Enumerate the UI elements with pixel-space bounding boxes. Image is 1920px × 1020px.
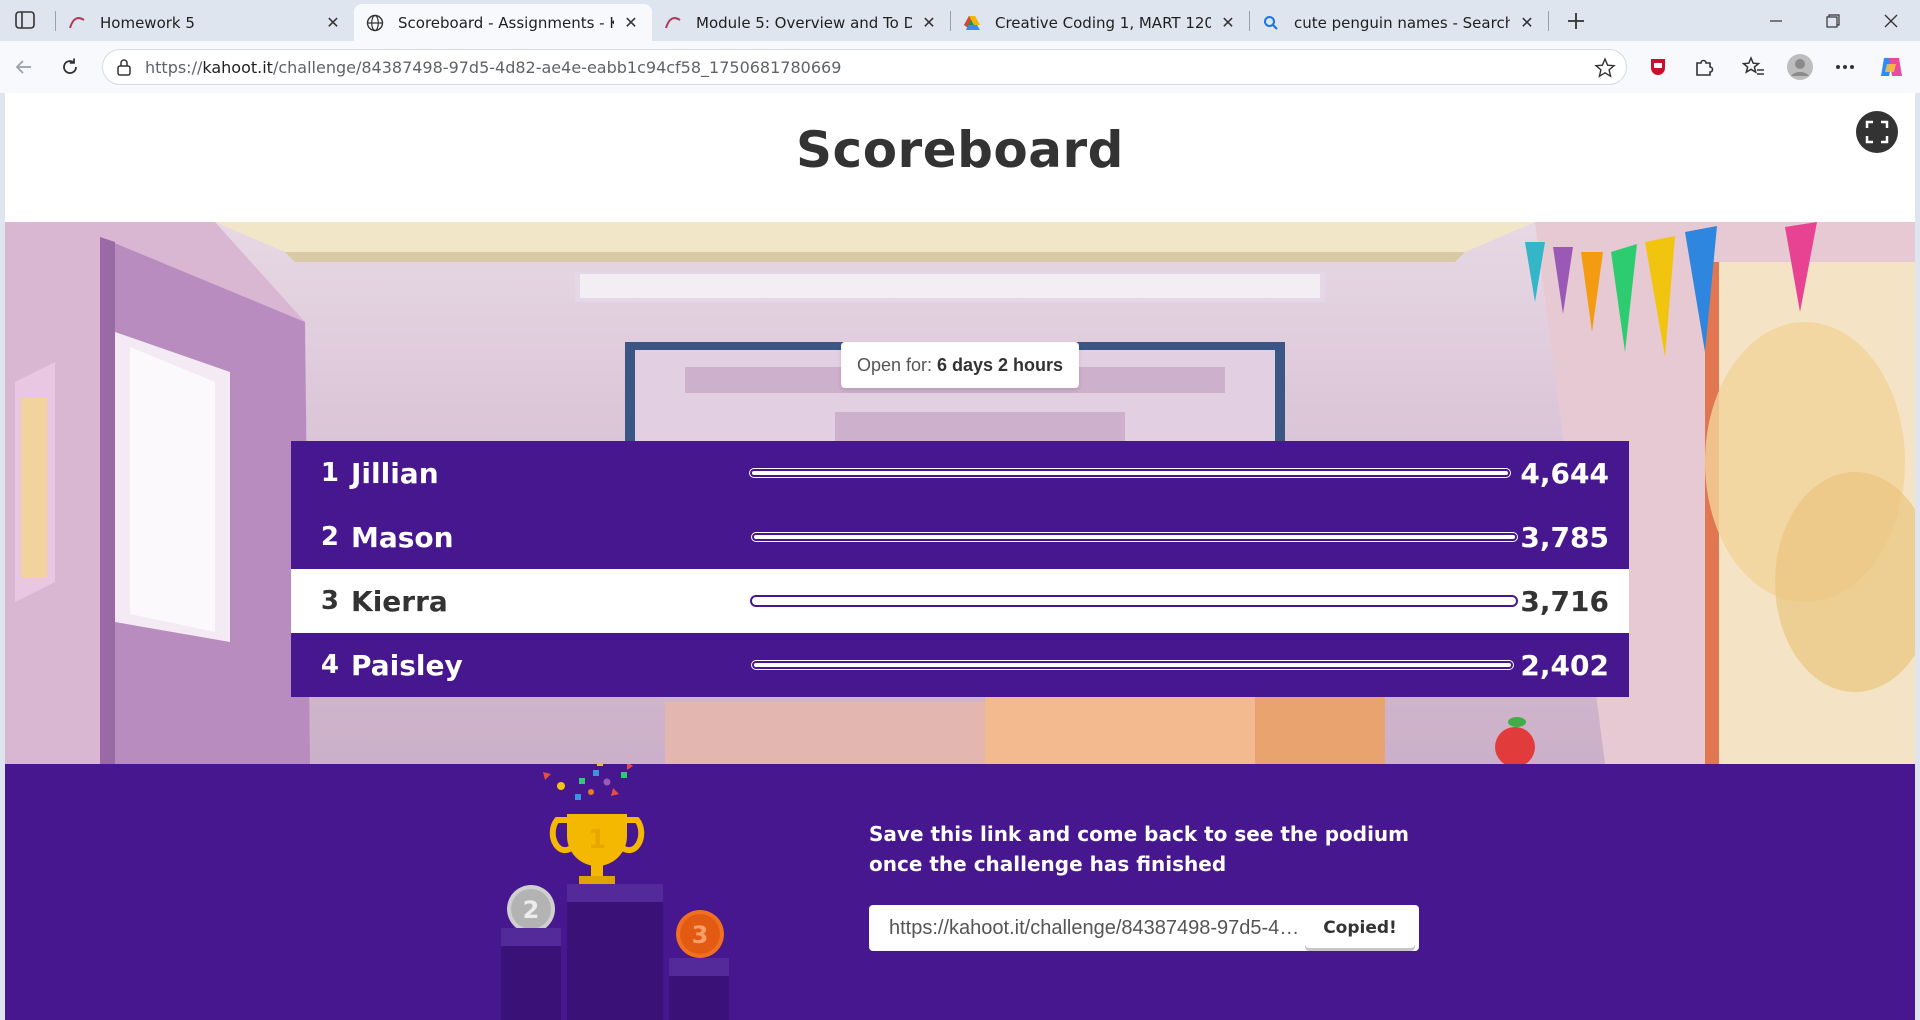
url-path: /challenge/84387498-97d5-4d82-ae4e-eabb1… (272, 57, 842, 77)
player-name: Paisley (351, 648, 463, 682)
tab-actions-icon[interactable] (13, 9, 37, 31)
tab-penguin-search[interactable]: cute penguin names - Search ✕ (1250, 4, 1548, 41)
save-link-message: Save this link and come back to see the … (869, 822, 1409, 876)
copy-link-button[interactable]: Copied! (1305, 908, 1415, 948)
tab-module-5[interactable]: Module 5: Overview and To Do List ✕ (652, 4, 950, 41)
shield-extension-icon[interactable] (1644, 53, 1672, 81)
url-host: kahoot.it (202, 57, 273, 77)
restore-window-button[interactable] (1805, 0, 1861, 41)
player-score: 4,644 (1520, 456, 1609, 490)
close-window-button[interactable] (1863, 0, 1919, 41)
minimize-window-button[interactable] (1748, 0, 1804, 41)
page-title: Scoreboard (796, 121, 1124, 179)
tab-title: Module 5: Overview and To Do List (696, 13, 912, 32)
scoreboard-row: 4 Paisley 2,402 (291, 633, 1629, 697)
podium-first-label: 1 (588, 825, 606, 855)
tab-title: Scoreboard - Assignments - Kahoot! (398, 13, 614, 32)
favorites-icon[interactable] (1740, 53, 1768, 81)
close-icon[interactable]: ✕ (324, 13, 342, 32)
tab-homework-5[interactable]: Homework 5 ✕ (56, 4, 354, 41)
scoreboard-row: 2 Mason 3,785 (291, 505, 1629, 569)
address-bar[interactable]: https://kahoot.it/challenge/84387498-97d… (102, 49, 1627, 85)
fullscreen-icon (1865, 120, 1889, 144)
player-score: 2,402 (1520, 648, 1609, 682)
scoreboard-row-current-player: 3 Kierra 3,716 (291, 569, 1629, 633)
tab-scoreboard[interactable]: Scoreboard - Assignments - Kahoot! ✕ (354, 4, 652, 41)
close-icon[interactable]: ✕ (622, 13, 640, 32)
open-for-value: 6 days 2 hours (936, 354, 1064, 375)
site-info-icon[interactable] (115, 58, 133, 76)
podium-second-label: 2 (523, 896, 540, 924)
score-bar (750, 469, 1510, 477)
player-rank: 3 (320, 586, 339, 616)
page-header: Scoreboard (5, 93, 1915, 222)
player-rank: 2 (320, 522, 339, 552)
new-tab-button[interactable] (1560, 6, 1592, 36)
player-score: 3,785 (1520, 520, 1609, 554)
podium-trophy-illustration: 1 2 3 (501, 764, 729, 1020)
podium-footer: 1 2 3 Save this link and come back to se… (5, 764, 1915, 1020)
open-for-badge: Open for: 6 days 2 hours (841, 342, 1079, 388)
score-bar (752, 597, 1516, 605)
player-name: Jillian (351, 456, 439, 490)
extensions-puzzle-icon[interactable] (1690, 53, 1718, 81)
player-name: Kierra (351, 584, 448, 618)
google-drive-icon (963, 14, 981, 32)
canvas-icon (664, 14, 682, 32)
tab-title: cute penguin names - Search (1294, 13, 1510, 32)
score-bar (752, 533, 1517, 541)
url-prefix: https:// (145, 57, 203, 77)
back-arrow-icon[interactable] (8, 51, 40, 83)
browser-toolbar: https://kahoot.it/challenge/84387498-97d… (0, 41, 1920, 93)
kahoot-page: Scoreboard Open for: 6 days 2 hours 1 Ji… (5, 93, 1915, 1020)
fullscreen-button[interactable] (1856, 111, 1898, 153)
scoreboard-list: 1 Jillian 4,644 2 Mason 3,785 3 Kierra 3… (291, 441, 1629, 699)
tab-title: Creative Coding 1, MART 120 | Home (995, 13, 1211, 32)
player-name: Mason (351, 520, 454, 554)
tab-creative-coding[interactable]: Creative Coding 1, MART 120 | Home ✕ (951, 4, 1249, 41)
tab-separator (1548, 11, 1549, 31)
player-rank: 4 (320, 650, 339, 680)
globe-icon (366, 14, 384, 32)
refresh-icon[interactable] (54, 51, 86, 83)
open-for-label: Open for: (856, 354, 932, 375)
tab-title: Homework 5 (100, 13, 195, 32)
browser-tab-bar: Homework 5 ✕ Scoreboard - Assignments - … (0, 0, 1920, 41)
close-icon[interactable]: ✕ (920, 13, 938, 32)
profile-avatar-icon[interactable] (1786, 53, 1814, 81)
search-icon (1262, 14, 1280, 32)
scoreboard-stage: Open for: 6 days 2 hours 1 Jillian 4,644… (5, 222, 1915, 764)
close-icon[interactable]: ✕ (1518, 13, 1536, 32)
player-score: 3,716 (1520, 584, 1609, 618)
score-bar (752, 661, 1513, 669)
close-icon[interactable]: ✕ (1219, 13, 1237, 32)
copilot-icon[interactable] (1877, 53, 1905, 81)
canvas-icon (68, 14, 86, 32)
scoreboard-row: 1 Jillian 4,644 (291, 441, 1629, 505)
challenge-link-input[interactable] (869, 905, 1305, 951)
url-text: https://kahoot.it/challenge/84387498-97d… (145, 58, 841, 77)
favorite-star-icon[interactable] (1594, 57, 1616, 79)
more-options-icon[interactable] (1831, 53, 1859, 81)
player-rank: 1 (320, 458, 339, 488)
challenge-link-box: Copied! (869, 905, 1419, 951)
podium-third-label: 3 (692, 921, 709, 949)
